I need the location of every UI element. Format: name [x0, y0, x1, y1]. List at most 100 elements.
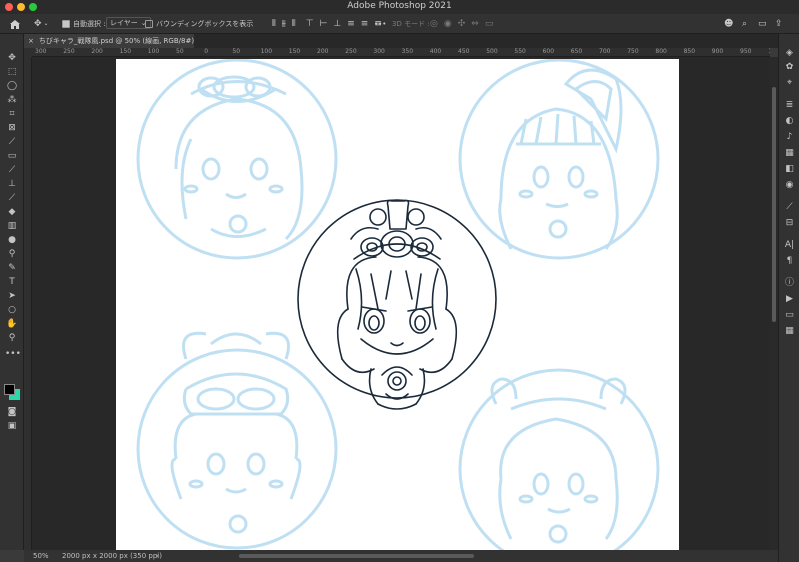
info-icon[interactable]: ⓘ	[784, 278, 795, 289]
glyphs-icon[interactable]: ▦	[784, 326, 795, 337]
sketch-layer	[136, 58, 660, 550]
move-tool-preset[interactable]: ✥ ⌄	[34, 17, 49, 31]
tools-panel: ✥ ⬚ ◯ ⁂ ⌗ ⊠ ⟋ ▭ ⟋ ⊥ ⟋ ◆ ▥ ● ⚲ ✎ T ➤ ○ ✋ …	[0, 34, 24, 550]
gradient-tool-icon[interactable]: ▥	[5, 220, 19, 233]
horizontal-ruler: 300 250 200 150 100 50 0 50 100 150 200 250 300 350 40…	[32, 48, 770, 57]
ruler-tick-label: 900	[711, 48, 724, 55]
lineart-layer	[297, 199, 497, 410]
close-tab-icon[interactable]: ×	[28, 37, 34, 45]
distribute-vcenter-icon[interactable]: ≡	[361, 17, 369, 31]
quick-mask-icon[interactable]: ◙	[5, 406, 19, 419]
align-left-icon[interactable]: ⫴	[272, 17, 276, 31]
align-hcenter-icon[interactable]: ⫵	[282, 17, 286, 31]
ruler-tick-label: 150	[119, 48, 132, 55]
ruler-tick-label: 250	[63, 48, 75, 55]
bounding-box-label: バウンディングボックスを表示	[156, 20, 254, 28]
auto-select-target-dropdown[interactable]: レイヤー ⌄	[106, 17, 151, 29]
move-icon: ✥	[34, 19, 42, 29]
tool-presets-icon[interactable]: ⊟	[784, 218, 795, 229]
horizontal-scroll-thumb[interactable]	[239, 554, 474, 558]
bounding-box-check-icon	[145, 20, 153, 28]
3d-tools: ◎ ◉ ✣ ⇔ ▭	[430, 17, 493, 31]
move-tool-icon[interactable]: ✥	[5, 52, 19, 65]
user-button[interactable]: ☻	[724, 17, 733, 31]
auto-select-check-icon	[62, 20, 70, 28]
color-icon[interactable]: ◧	[784, 164, 795, 175]
ruler-tick-label: 50	[232, 48, 241, 55]
brushes-icon[interactable]: ⟋	[784, 202, 795, 213]
ellipse-tool-icon[interactable]: ○	[5, 304, 19, 317]
frame-tool-icon[interactable]: ⊠	[5, 122, 19, 135]
clone-stamp-tool-icon[interactable]: ⊥	[5, 178, 19, 191]
path-selection-tool-icon[interactable]: ➤	[5, 290, 19, 303]
share-button[interactable]: ⇪	[775, 17, 783, 31]
eraser-tool-icon[interactable]: ◆	[5, 206, 19, 219]
align-bottom-icon[interactable]: ⊥	[333, 17, 341, 31]
ruler-tick-label: 0	[204, 48, 209, 55]
type-tool-icon[interactable]: T	[5, 276, 19, 289]
align-vcenter-icon[interactable]: ⊢	[320, 17, 328, 31]
search-button[interactable]: ⌕	[742, 17, 747, 31]
title-bar: Adobe Photoshop 2021	[0, 0, 799, 14]
vertical-scroll-thumb[interactable]	[772, 87, 776, 322]
actions-icon[interactable]: ▶	[784, 294, 795, 305]
3d-roll-icon: ◉	[443, 19, 452, 29]
document-canvas[interactable]	[116, 58, 679, 550]
auto-select-checkbox[interactable]: 自動選択 :	[62, 17, 106, 31]
more-icon: •••	[374, 20, 387, 28]
auto-select-label: 自動選択 :	[73, 20, 106, 28]
ruler-tick-label: 100	[147, 48, 160, 55]
vertical-ruler	[24, 57, 32, 550]
swatches-icon[interactable]: ▦	[784, 148, 795, 159]
character-icon[interactable]: A|	[784, 240, 795, 251]
ruler-tick-label: 450	[458, 48, 470, 55]
edit-toolbar-icon[interactable]: •••	[5, 348, 21, 361]
document-workspace[interactable]	[32, 57, 770, 550]
align-right-icon[interactable]: ⫴	[292, 17, 296, 31]
brush-tool-icon[interactable]: ⟋	[5, 164, 19, 177]
brush-settings-icon[interactable]: ◉	[784, 180, 795, 191]
navigator-icon[interactable]: ▭	[784, 310, 795, 321]
blur-tool-icon[interactable]: ●	[5, 234, 19, 247]
hand-tool-icon[interactable]: ✋	[5, 318, 19, 331]
share-icon: ⇪	[775, 19, 783, 29]
marquee-tool-icon[interactable]: ⬚	[5, 66, 19, 79]
crop-tool-icon[interactable]: ⌗	[5, 108, 19, 121]
ruler-tick-label: 500	[486, 48, 498, 55]
layers-panel-icon[interactable]: ◈	[784, 48, 795, 59]
adjustments-icon[interactable]: ◐	[784, 116, 795, 127]
history-brush-tool-icon[interactable]: ⟋	[5, 192, 19, 205]
foreground-color-swatch[interactable]	[4, 384, 15, 395]
dodge-tool-icon[interactable]: ⚲	[5, 248, 19, 261]
paragraph-icon[interactable]: ¶	[784, 256, 795, 267]
3d-drag-icon: ✣	[457, 19, 466, 29]
ruler-tick-label: 300	[373, 48, 385, 55]
lasso-tool-icon[interactable]: ◯	[5, 80, 19, 93]
mode-3d-label: 3D モード :	[392, 20, 430, 28]
channels-icon[interactable]: ♪	[784, 132, 795, 143]
zoom-tool-icon[interactable]: ⚲	[5, 332, 19, 345]
eyedropper-tool-icon[interactable]: ⟋	[5, 136, 19, 149]
distribute-top-icon[interactable]: ≡	[347, 17, 355, 31]
workspace-icon: ▭	[758, 19, 767, 29]
workspace-button[interactable]: ▭	[758, 17, 767, 31]
paths-icon[interactable]: ⌖	[784, 78, 795, 89]
document-tab[interactable]: × ちびキャラ_戦隊風.psd @ 50% (線画, RGB/8#)	[24, 34, 194, 48]
more-options-button[interactable]: •••	[374, 17, 386, 31]
photoshop-window: Adobe Photoshop 2021 ✥ ⌄ 自動選択 : レイヤー ⌄ バウン…	[0, 0, 799, 562]
properties-icon[interactable]: ≣	[784, 100, 795, 111]
home-button[interactable]	[9, 17, 21, 31]
bounding-box-checkbox[interactable]: バウンディングボックスを表示	[145, 17, 253, 31]
libraries-icon[interactable]: ✿	[784, 62, 795, 73]
ruler-tick-label: 800	[655, 48, 667, 55]
screen-mode-icon[interactable]: ▣	[5, 420, 19, 433]
zoom-level[interactable]: 50%	[33, 550, 49, 562]
healing-brush-tool-icon[interactable]: ▭	[5, 150, 19, 163]
ruler-tick-label: 200	[317, 48, 329, 55]
pen-tool-icon[interactable]: ✎	[5, 262, 19, 275]
magic-wand-tool-icon[interactable]: ⁂	[5, 94, 19, 107]
auto-select-target-value: レイヤー	[110, 19, 138, 27]
status-menu-arrow-icon[interactable]: ›	[156, 550, 159, 562]
vertical-scrollbar[interactable]	[770, 57, 778, 550]
align-top-icon[interactable]: ⊤	[306, 17, 314, 31]
